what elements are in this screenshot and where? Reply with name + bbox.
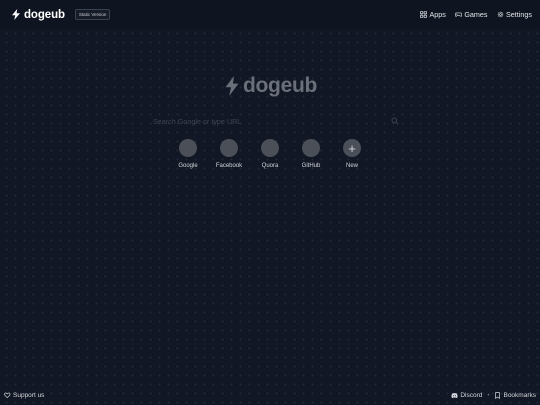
shortcut-label: Facebook [215, 163, 243, 169]
support-link[interactable]: Support us [4, 392, 44, 399]
shortcut-icon [220, 139, 238, 157]
nav-apps-label: Apps [429, 10, 446, 19]
hero-title: dogeub [243, 74, 318, 97]
footer-links: Discord • Bookmarks [451, 392, 536, 399]
bookmarks-label: Bookmarks [503, 392, 536, 399]
shortcut-label: Google [178, 163, 198, 169]
plus-icon: + [343, 139, 361, 157]
nav-games[interactable]: Games [454, 10, 488, 19]
shortcut-github[interactable]: GitHub [291, 139, 331, 169]
shortcut-label: GitHub [301, 163, 321, 169]
heart-icon [4, 392, 11, 399]
nav-apps[interactable]: Apps [420, 10, 446, 19]
hero-logo: dogeub [224, 74, 317, 98]
shortcut-icon [179, 139, 197, 157]
shortcut-label: New [345, 163, 358, 169]
top-bar: dogeub Static Version Apps Games Setting… [0, 0, 540, 29]
shortcut-facebook[interactable]: Facebook [209, 139, 249, 169]
nav-settings[interactable]: Settings [497, 10, 532, 19]
search-input[interactable] [153, 116, 391, 126]
discord-label: Discord [460, 392, 483, 399]
version-badge: Static Version [74, 9, 111, 20]
shortcut-google[interactable]: Google [168, 139, 208, 169]
brand-name: dogeub [24, 8, 65, 21]
bookmark-icon [495, 392, 501, 399]
bolt-icon [225, 76, 239, 96]
discord-link[interactable]: Discord [451, 392, 482, 399]
search-bar [148, 113, 404, 129]
brand-logo[interactable]: dogeub [11, 9, 65, 21]
add-shortcut-button[interactable]: + New [332, 139, 372, 169]
discord-icon [451, 393, 458, 399]
top-nav: Apps Games Settings [411, 10, 532, 19]
gamepad-icon [454, 12, 462, 17]
search-icon[interactable] [391, 117, 399, 125]
gear-icon [497, 11, 503, 18]
shortcut-label: Quora [261, 163, 279, 169]
apps-icon [420, 11, 427, 18]
shortcut-list: Google Facebook Quora GitHub + New [168, 139, 372, 169]
footer-separator: • [487, 392, 490, 399]
shortcut-quora[interactable]: Quora [250, 139, 290, 169]
nav-games-label: Games [464, 10, 488, 19]
shortcut-icon [261, 139, 279, 157]
bookmarks-link[interactable]: Bookmarks [494, 392, 536, 399]
shortcut-icon [302, 139, 320, 157]
bolt-icon [12, 9, 20, 20]
support-label: Support us [13, 392, 45, 399]
nav-settings-label: Settings [506, 10, 532, 19]
